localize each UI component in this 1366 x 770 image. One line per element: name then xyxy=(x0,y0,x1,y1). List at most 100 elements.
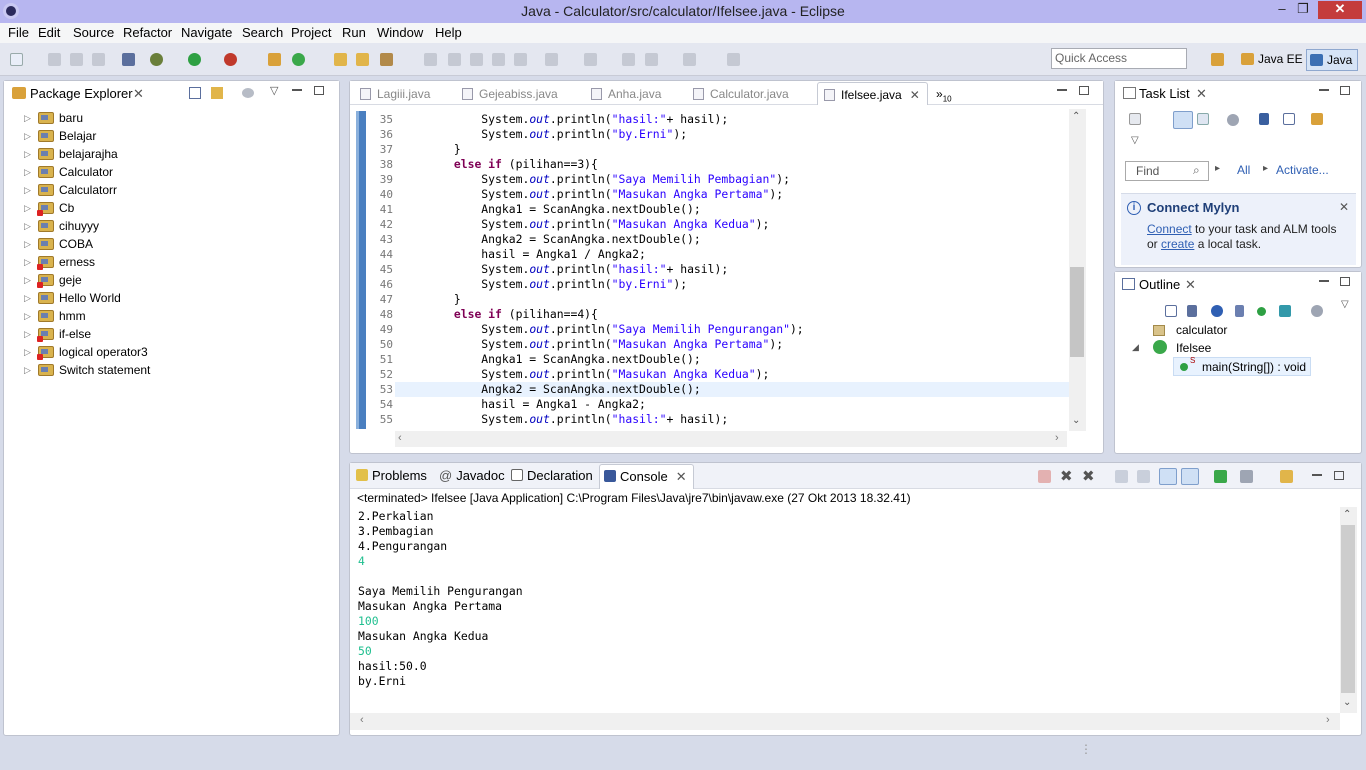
expand-arrow-icon[interactable]: ▷ xyxy=(24,109,31,127)
debug-icon[interactable] xyxy=(150,53,163,66)
editor-tab-gejeabiss[interactable]: Gejeabiss.java xyxy=(462,87,558,101)
show-whitespace-icon[interactable] xyxy=(514,53,527,66)
clear-console-icon[interactable] xyxy=(1115,470,1128,483)
new-java-project-icon[interactable] xyxy=(268,53,281,66)
expand-arrow-icon[interactable]: ▷ xyxy=(24,127,31,145)
skip-breakpoints-icon[interactable] xyxy=(122,53,135,66)
block-select-icon[interactable] xyxy=(470,53,483,66)
run-external-tools-icon[interactable] xyxy=(224,53,237,66)
project-item[interactable]: ▷ Belajar xyxy=(4,127,334,145)
menu-project[interactable]: Project xyxy=(291,25,331,40)
maximize-console-icon[interactable] xyxy=(1334,471,1344,480)
outline-method-row[interactable]: S main(String[]) : void xyxy=(1173,356,1311,376)
collapse-all-icon[interactable] xyxy=(189,87,201,99)
minimize-view-icon[interactable] xyxy=(292,89,302,91)
menu-run[interactable]: Run xyxy=(342,25,366,40)
console-scroll-right-icon[interactable]: › xyxy=(1326,714,1330,726)
tab-declaration[interactable]: Declaration xyxy=(511,468,593,483)
menu-window[interactable]: Window xyxy=(377,25,423,40)
new-icon[interactable] xyxy=(10,53,23,66)
scroll-lock-icon[interactable] xyxy=(1137,470,1150,483)
outline-focus-icon[interactable] xyxy=(1311,305,1323,317)
hide-local-types-icon[interactable] xyxy=(1279,305,1291,317)
terminate-icon[interactable] xyxy=(1038,470,1051,483)
project-item[interactable]: ▷ if-else xyxy=(4,325,334,343)
project-item[interactable]: ▷ COBA xyxy=(4,235,334,253)
project-item[interactable]: ▷ Calculatorr xyxy=(4,181,334,199)
close-view-icon[interactable]: ✕ xyxy=(133,86,144,102)
editor-tab-calculator[interactable]: Calculator.java xyxy=(693,87,789,101)
expand-arrow-icon[interactable]: ▷ xyxy=(24,253,31,271)
code-area[interactable]: 35 System.out.println("hasil:"+ hasil); 3… xyxy=(350,109,1080,429)
expand-arrow-icon[interactable]: ▷ xyxy=(24,289,31,307)
console-output[interactable]: 2.Perkalian 3.Pembagian 4.Pengurangan 4 Saya… xyxy=(350,507,1340,713)
project-item[interactable]: ▷ belajarajha xyxy=(4,145,334,163)
menu-search[interactable]: Search xyxy=(242,25,283,40)
collapse-outline-icon[interactable] xyxy=(1165,305,1177,317)
pin-editor-icon[interactable] xyxy=(727,53,740,66)
hide-completed-icon[interactable] xyxy=(1259,113,1269,125)
project-item[interactable]: ▷ logical operator3 xyxy=(4,343,334,361)
tab-console[interactable]: Console ✕ xyxy=(599,464,694,489)
project-item[interactable]: ▷ Calculator xyxy=(4,163,334,181)
expand-arrow-icon[interactable]: ▷ xyxy=(24,307,31,325)
open-task-icon[interactable] xyxy=(356,53,369,66)
all-tasks-link[interactable]: All xyxy=(1237,163,1250,177)
console-scroll-up-icon[interactable]: ⌃ xyxy=(1343,509,1351,520)
scroll-up-icon[interactable]: ⌃ xyxy=(1072,111,1080,122)
package-explorer-title[interactable]: Package Explorer xyxy=(30,86,133,101)
annotation-icon[interactable] xyxy=(448,53,461,66)
editor-tab-lagiii[interactable]: Lagiii.java xyxy=(360,87,430,101)
print-icon[interactable] xyxy=(92,53,105,66)
editor-scroll-thumb[interactable] xyxy=(1070,267,1084,357)
pin-console-icon[interactable] xyxy=(1214,470,1227,483)
whitespace-icon[interactable] xyxy=(492,53,505,66)
save-all-icon[interactable] xyxy=(70,53,83,66)
prev-annotation-icon[interactable] xyxy=(584,53,597,66)
menu-source[interactable]: Source xyxy=(73,25,114,40)
display-console-icon[interactable] xyxy=(1240,470,1253,483)
console-vertical-scrollbar[interactable]: ⌃ ⌄ xyxy=(1340,507,1357,713)
search-icon[interactable] xyxy=(380,53,393,66)
menu-refactor[interactable]: Refactor xyxy=(123,25,172,40)
perspective-java-ee[interactable]: Java EE xyxy=(1238,49,1303,71)
task-view-menu-icon[interactable]: ▽ xyxy=(1131,135,1139,146)
project-item[interactable]: ▷ erness xyxy=(4,253,334,271)
editor-vertical-scrollbar[interactable]: ⌃ ⌄ xyxy=(1069,109,1086,431)
restore-button[interactable]: ❐ xyxy=(1288,1,1318,19)
project-item[interactable]: ▷ Switch statement xyxy=(4,361,334,379)
console-scroll-left-icon[interactable]: ‹ xyxy=(360,714,364,726)
close-outline-icon[interactable]: ✕ xyxy=(1185,277,1196,293)
maximize-view-icon[interactable] xyxy=(314,86,324,95)
filters-icon[interactable] xyxy=(242,88,254,98)
outline-expand-icon[interactable]: ◢ xyxy=(1132,342,1139,353)
focus-icon[interactable] xyxy=(1227,114,1239,126)
sort-icon[interactable] xyxy=(1187,305,1197,317)
forward-icon[interactable] xyxy=(683,53,696,66)
expand-arrow-icon[interactable]: ▷ xyxy=(24,163,31,181)
last-edit-icon[interactable] xyxy=(622,53,635,66)
outline-class[interactable]: Ifelsee xyxy=(1176,341,1211,355)
tab-overflow-button[interactable]: »10 xyxy=(936,87,952,103)
back-icon[interactable] xyxy=(645,53,658,66)
maximize-editor-icon[interactable] xyxy=(1079,86,1089,95)
console-scroll-down-icon[interactable]: ⌄ xyxy=(1343,697,1351,708)
expand-arrow-icon[interactable]: ▷ xyxy=(24,343,31,361)
expand-arrow-icon[interactable]: ▷ xyxy=(24,361,31,379)
show-stderr-icon[interactable] xyxy=(1181,468,1199,485)
expand-arrow-icon[interactable]: ▷ xyxy=(24,145,31,163)
run-icon[interactable] xyxy=(188,53,201,66)
outline-title[interactable]: Outline xyxy=(1139,277,1180,292)
quick-access-input[interactable]: Quick Access xyxy=(1051,48,1187,69)
hide-static-icon[interactable] xyxy=(1235,305,1244,317)
minimize-outline-icon[interactable] xyxy=(1319,280,1329,282)
editor-horizontal-scrollbar[interactable]: ‹ › xyxy=(395,431,1067,447)
maximize-task-list-icon[interactable] xyxy=(1340,86,1350,95)
project-item[interactable]: ▷ baru xyxy=(4,109,334,127)
open-type-icon[interactable] xyxy=(334,53,347,66)
hide-fields-icon[interactable] xyxy=(1211,305,1223,317)
console-horizontal-scrollbar[interactable]: ‹ › xyxy=(350,713,1340,730)
project-item[interactable]: ▷ Cb xyxy=(4,199,334,217)
expand-arrow-icon[interactable]: ▷ xyxy=(24,199,31,217)
minimize-editor-icon[interactable] xyxy=(1057,89,1067,91)
